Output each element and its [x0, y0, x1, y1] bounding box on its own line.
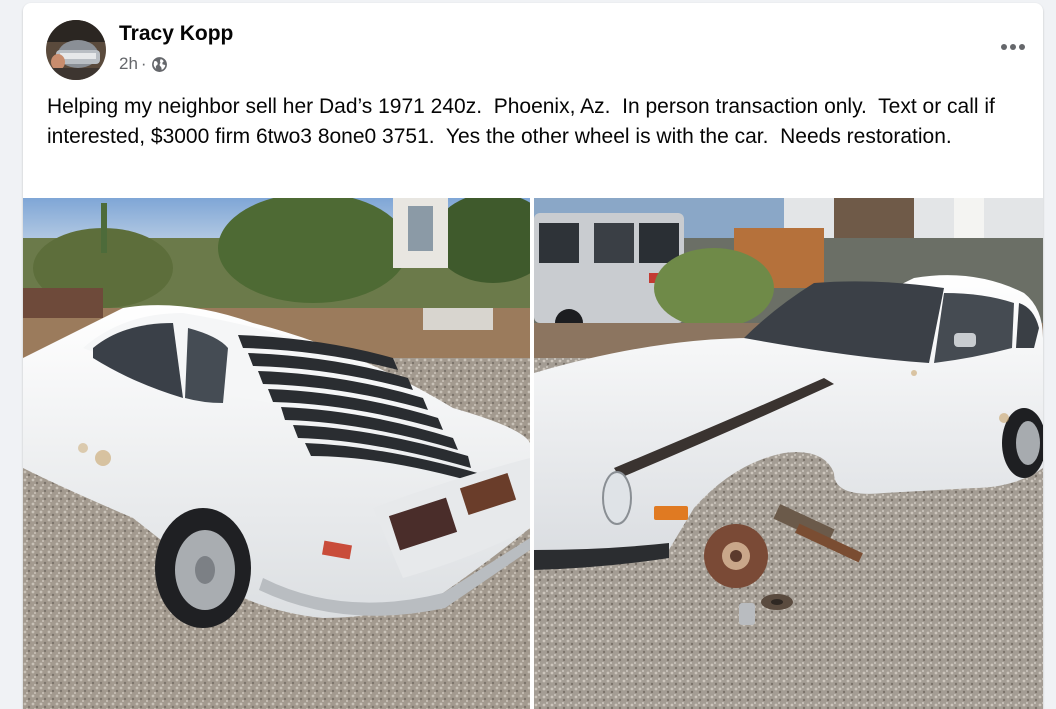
post-timestamp[interactable]: 2h: [119, 54, 138, 74]
post-photo-1[interactable]: [23, 198, 530, 709]
car-front-photo: [534, 198, 1043, 709]
post-photo-2[interactable]: [534, 198, 1043, 709]
post-text: Helping my neighbor sell her Dad’s 1971 …: [47, 95, 1001, 148]
more-dot: [1019, 44, 1025, 50]
more-horizontal-icon: [1001, 44, 1007, 50]
avatar-image: [46, 20, 106, 80]
globe-icon[interactable]: [151, 56, 168, 73]
more-options-button[interactable]: [993, 32, 1033, 62]
post-meta: 2h ·: [119, 54, 168, 74]
car-rear-photo: [23, 198, 530, 709]
author-name[interactable]: Tracy Kopp: [119, 22, 233, 46]
more-dot: [1010, 44, 1016, 50]
author-avatar[interactable]: [46, 20, 106, 80]
meta-separator: ·: [140, 54, 147, 73]
post-card: Tracy Kopp 2h · Helping my neighbor sell…: [23, 3, 1043, 709]
